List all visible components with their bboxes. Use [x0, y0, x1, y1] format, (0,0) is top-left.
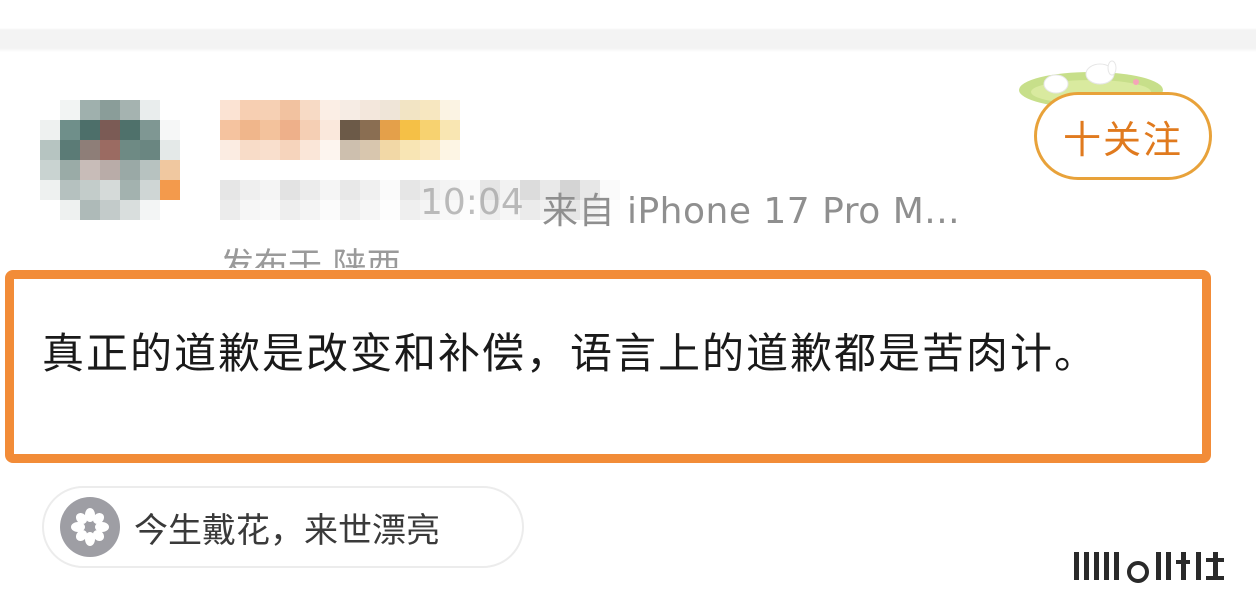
post-region: 发布于 陕西 — [220, 246, 401, 268]
flower-icon — [60, 497, 120, 557]
username-blurred[interactable] — [220, 100, 460, 160]
post-time-fragment: 10:04 — [420, 182, 524, 223]
top-separator-strip — [0, 0, 1256, 52]
post-source: 来自 iPhone 17 Pro M... — [542, 191, 961, 232]
avatar[interactable] — [40, 100, 180, 220]
topic-label: 今生戴花，来世漂亮 — [134, 510, 440, 551]
watermark-logo-icon — [1060, 546, 1240, 586]
post-body-text: 真正的道歉是改变和补偿，语言上的道歉都是苦肉计。 — [42, 329, 1099, 378]
topic-chip[interactable]: 今生戴花，来世漂亮 — [42, 486, 524, 568]
follow-button[interactable]: 十关注 — [1034, 92, 1212, 180]
